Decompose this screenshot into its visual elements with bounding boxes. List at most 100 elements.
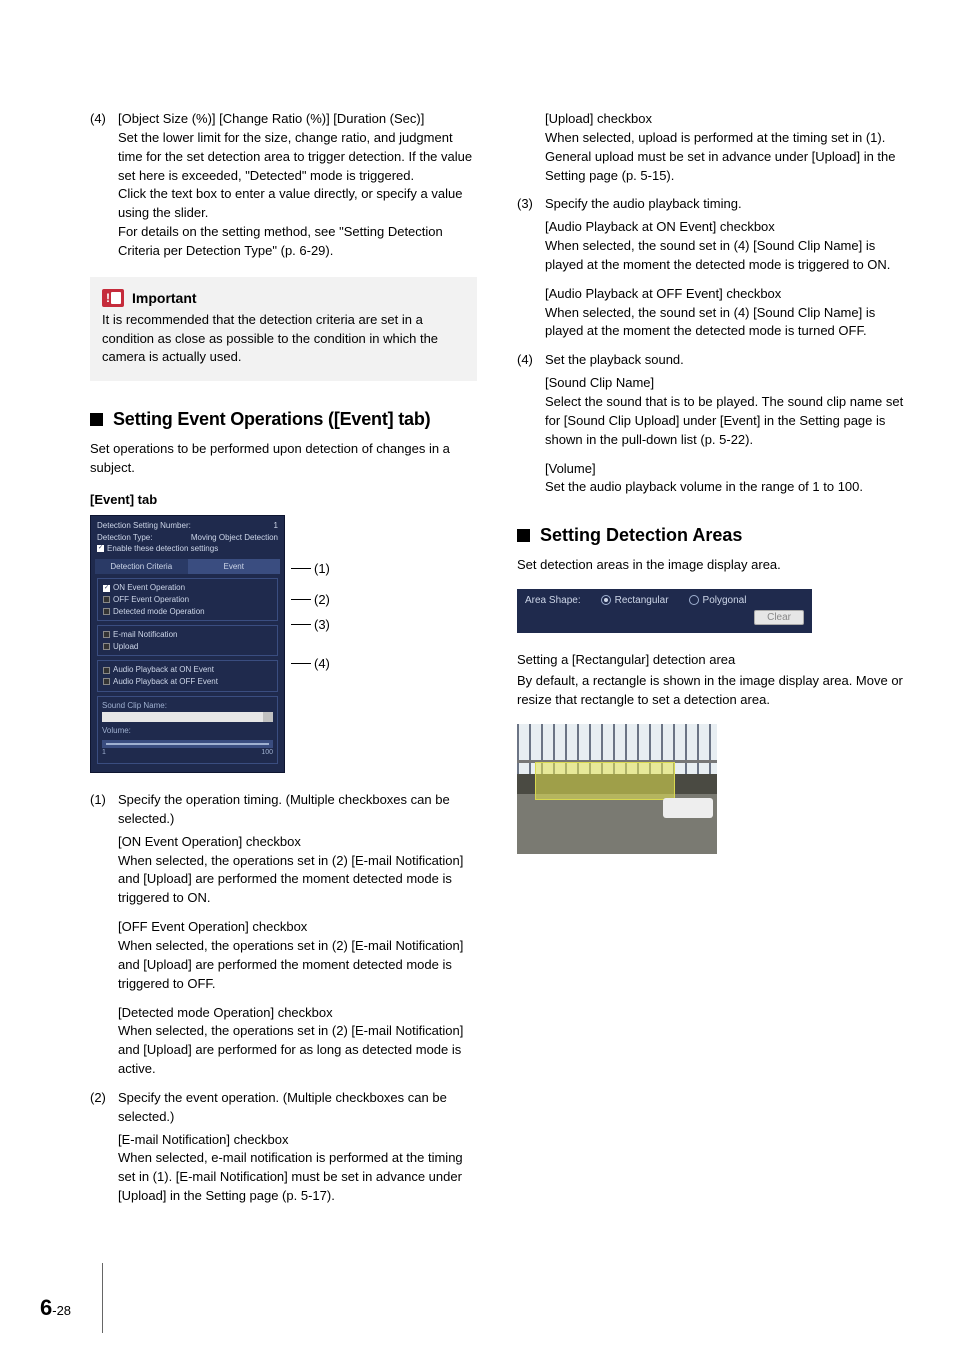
list-item-3: (3) Specify the audio playback timing. — [517, 195, 904, 214]
area-shape-row: Area Shape: Rectangular Polygonal — [525, 595, 804, 606]
sub-heading: [Sound Clip Name] — [545, 374, 904, 393]
sub-item: [OFF Event Operation] checkbox When sele… — [90, 918, 477, 993]
sound-clip-dropdown[interactable] — [102, 712, 273, 722]
radio-icon — [689, 595, 699, 605]
section-heading-event: Setting Event Operations ([Event] tab) — [90, 409, 477, 430]
detected-mode-operation-checkbox[interactable]: Detected mode Operation — [101, 606, 274, 618]
audio-group: Audio Playback at ON Event Audio Playbac… — [97, 660, 278, 691]
item-number: (4) — [517, 351, 545, 370]
panel-label: Detection Type: — [97, 533, 152, 543]
footer-divider — [102, 1263, 103, 1333]
rect-body: By default, a rectangle is shown in the … — [517, 672, 904, 710]
figure-callouts: (1) (2) (3) (4) — [291, 515, 330, 671]
list-item-2: (2) Specify the event operation. (Multip… — [90, 1089, 477, 1127]
checkbox-label: Enable these detection settings — [107, 544, 218, 554]
page-number: 6-28 — [40, 1295, 71, 1321]
sub-body: When selected, the operations set in (2)… — [118, 852, 477, 909]
sub-item: [Upload] checkbox When selected, upload … — [517, 110, 904, 185]
item-number: (4) — [90, 110, 118, 261]
checkbox-icon — [103, 608, 110, 615]
page-chapter: 6 — [40, 1295, 52, 1321]
square-bullet-icon — [90, 413, 103, 426]
sub-item: [ON Event Operation] checkbox When selec… — [90, 833, 477, 908]
item-number: (1) — [90, 791, 118, 829]
areas-intro: Set detection areas in the image display… — [517, 556, 904, 575]
timing-group: ON Event Operation OFF Event Operation D… — [97, 578, 278, 621]
slider-range: 1 100 — [102, 749, 273, 757]
item-body: [Object Size (%)] [Change Ratio (%)] [Du… — [118, 110, 477, 261]
checkbox-icon — [103, 585, 110, 592]
on-event-operation-checkbox[interactable]: ON Event Operation — [101, 582, 274, 594]
item-lead: Specify the event operation. (Multiple c… — [118, 1089, 477, 1127]
callout-4: (4) — [291, 656, 330, 671]
item-number: (3) — [517, 195, 545, 214]
detection-rectangle[interactable] — [535, 762, 675, 800]
sound-group: Sound Clip Name: Volume: 1 100 — [97, 696, 278, 765]
range-min: 1 — [102, 749, 106, 757]
audio-off-event-checkbox[interactable]: Audio Playback at OFF Event — [101, 676, 274, 688]
callout-1: (1) — [291, 561, 330, 576]
list-item-1: (1) Specify the operation timing. (Multi… — [90, 791, 477, 829]
radio-icon — [601, 595, 611, 605]
clear-button[interactable]: Clear — [754, 610, 804, 625]
email-notification-checkbox[interactable]: E-mail Notification — [101, 629, 274, 641]
sub-heading: [OFF Event Operation] checkbox — [118, 918, 477, 937]
tab-detection-criteria[interactable]: Detection Criteria — [95, 559, 188, 575]
event-settings-panel: Detection Setting Number: 1 Detection Ty… — [90, 515, 285, 773]
sub-body: When selected, the operations set in (2)… — [118, 937, 477, 994]
event-panel-figure: Detection Setting Number: 1 Detection Ty… — [90, 515, 477, 773]
checkbox-label: Audio Playback at ON Event — [113, 665, 214, 675]
section-heading-areas: Setting Detection Areas — [517, 525, 904, 546]
sub-heading: [Upload] checkbox — [545, 110, 904, 129]
sub-body: When selected, e-mail notification is pe… — [118, 1149, 477, 1206]
item-lead: Set the playback sound. — [545, 351, 904, 370]
right-column: [Upload] checkbox When selected, upload … — [517, 110, 904, 1216]
checkbox-label: E-mail Notification — [113, 630, 177, 640]
off-event-operation-checkbox[interactable]: OFF Event Operation — [101, 594, 274, 606]
item-paragraph: Click the text box to enter a value dire… — [118, 185, 477, 223]
list-item-4-right: (4) Set the playback sound. — [517, 351, 904, 370]
sub-item: [E-mail Notification] checkbox When sele… — [90, 1131, 477, 1206]
section-intro: Set operations to be performed upon dete… — [90, 440, 477, 478]
section-title: Setting Event Operations ([Event] tab) — [113, 409, 430, 430]
sub-item: [Volume] Set the audio playback volume i… — [517, 460, 904, 498]
sub-body: When selected, the operations set in (2)… — [118, 1022, 477, 1079]
item-number: (2) — [90, 1089, 118, 1127]
rect-heading: Setting a [Rectangular] detection area — [517, 651, 904, 670]
volume-slider[interactable] — [102, 740, 273, 748]
enable-settings-checkbox[interactable]: Enable these detection settings — [95, 543, 280, 555]
panel-row: Detection Setting Number: 1 — [95, 520, 280, 532]
section-title: Setting Detection Areas — [540, 525, 742, 546]
panel-tabs: Detection Criteria Event — [95, 559, 280, 575]
item-lead: Specify the audio playback timing. — [545, 195, 904, 214]
sub-heading: [E-mail Notification] checkbox — [118, 1131, 477, 1150]
sub-item: [Audio Playback at OFF Event] checkbox W… — [517, 285, 904, 342]
sub-heading: [Audio Playback at ON Event] checkbox — [545, 218, 904, 237]
square-bullet-icon — [517, 529, 530, 542]
checkbox-icon — [103, 631, 110, 638]
document-page: (4) [Object Size (%)] [Change Ratio (%)]… — [0, 0, 954, 1351]
warning-icon — [102, 289, 124, 307]
important-label: Important — [132, 290, 197, 306]
sub-body: When selected, the sound set in (4) [Sou… — [545, 304, 904, 342]
audio-on-event-checkbox[interactable]: Audio Playback at ON Event — [101, 664, 274, 676]
list-item-4: (4) [Object Size (%)] [Change Ratio (%)]… — [90, 110, 477, 261]
operation-group: E-mail Notification Upload — [97, 625, 278, 656]
sub-heading: [ON Event Operation] checkbox — [118, 833, 477, 852]
important-text: It is recommended that the detection cri… — [102, 311, 465, 368]
important-callout: Important It is recommended that the det… — [90, 277, 477, 382]
upload-checkbox[interactable]: Upload — [101, 641, 274, 653]
polygonal-radio[interactable]: Polygonal — [689, 595, 747, 606]
two-column-layout: (4) [Object Size (%)] [Change Ratio (%)]… — [90, 110, 904, 1216]
panel-value: Moving Object Detection — [191, 533, 278, 543]
camera-vehicle — [663, 798, 713, 818]
panel-value: 1 — [274, 521, 278, 531]
rectangular-radio[interactable]: Rectangular — [601, 595, 669, 606]
page-sub: -28 — [52, 1303, 71, 1318]
area-shape-panel: Area Shape: Rectangular Polygonal Clear — [517, 589, 812, 633]
sub-heading: [Audio Playback at OFF Event] checkbox — [545, 285, 904, 304]
tab-event[interactable]: Event — [188, 559, 281, 575]
range-max: 100 — [261, 749, 273, 757]
sub-body: When selected, the sound set in (4) [Sou… — [545, 237, 904, 275]
item-lead: Specify the operation timing. (Multiple … — [118, 791, 477, 829]
